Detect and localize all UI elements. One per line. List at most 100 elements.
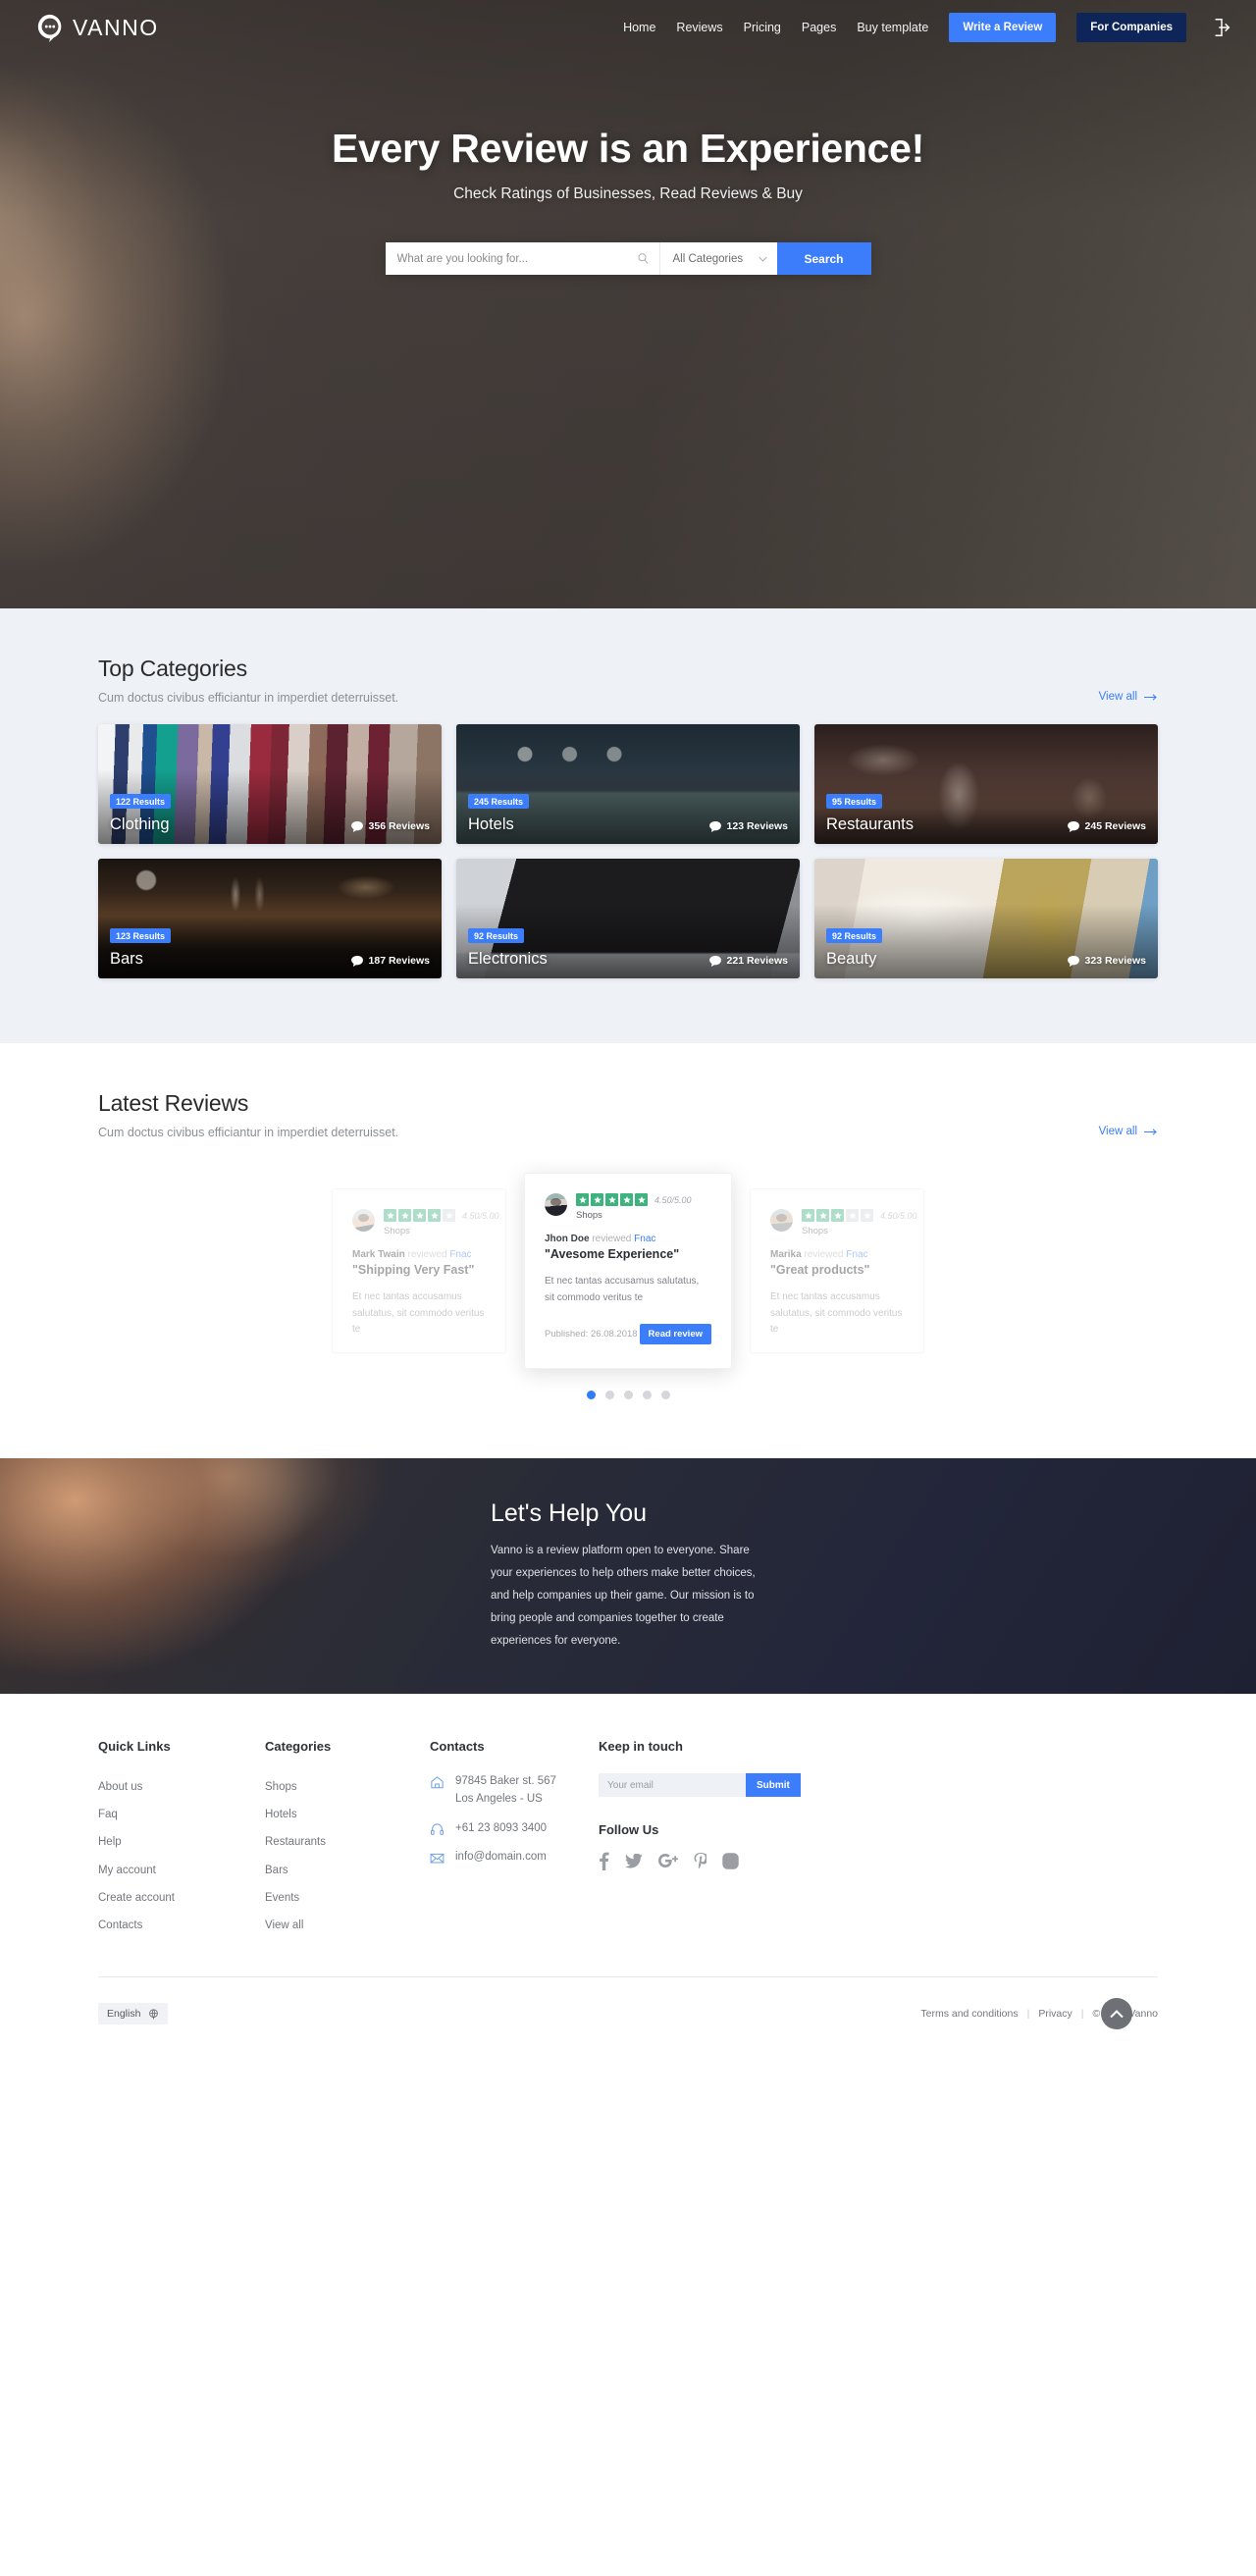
google-plus-link[interactable] <box>658 1854 678 1868</box>
category-card-electronics[interactable]: 92 Results Electronics 221 Reviews <box>456 859 800 978</box>
review-body: Et nec tantas accusamus salutatus, sit c… <box>545 1276 700 1303</box>
carousel-dot-3[interactable] <box>623 1391 633 1399</box>
write-a-review-button[interactable]: Write a Review <box>949 13 1057 42</box>
footer-link-view-all[interactable]: View all <box>265 1919 303 1931</box>
footer-link-hotels[interactable]: Hotels <box>265 1809 297 1820</box>
carousel-dots <box>98 1391 1158 1399</box>
footer-link-create-account[interactable]: Create account <box>98 1892 175 1904</box>
review-body: Et nec tantas accusamus salutatus, sit c… <box>352 1291 485 1335</box>
nav-links: Home Reviews Pricing Pages Buy template … <box>623 13 1232 42</box>
login-button[interactable] <box>1207 17 1232 38</box>
magnifier-icon <box>637 253 648 264</box>
footer-link-restaurants[interactable]: Restaurants <box>265 1836 326 1848</box>
search-button[interactable]: Search <box>776 242 871 275</box>
category-reviews-label: 245 Reviews <box>1084 820 1146 832</box>
language-selector[interactable]: English <box>98 2003 169 2025</box>
contact-phone[interactable]: +61 23 8093 3400 <box>455 1822 547 1834</box>
quick-links-heading: Quick Links <box>98 1739 171 1754</box>
hero-title: Every Review is an Experience! <box>331 126 925 171</box>
pinterest-link[interactable] <box>694 1852 706 1870</box>
legal-separator: | <box>1080 2008 1084 2021</box>
twitter-link[interactable] <box>625 1854 643 1868</box>
rating-value: 4.50/5.00 <box>880 1210 917 1221</box>
back-to-top-button[interactable] <box>1101 1998 1132 2030</box>
reviews-carousel: 4.50/5.00 Shops Mark Twain reviewed Fnac… <box>98 1173 1158 1369</box>
review-company[interactable]: Fnac <box>846 1249 867 1260</box>
footer-link-bars[interactable]: Bars <box>265 1865 288 1876</box>
review-card-active[interactable]: 4.50/5.00 Shops Jhon Doe reviewed Fnac "… <box>524 1173 732 1369</box>
newsletter-email-input[interactable] <box>599 1773 746 1797</box>
terms-link[interactable]: Terms and conditions <box>920 2008 1018 2020</box>
nav-item-buy-template[interactable]: Buy template <box>857 21 928 34</box>
nav-item-reviews[interactable]: Reviews <box>676 21 722 34</box>
star-rating <box>802 1209 873 1222</box>
contact-email[interactable]: info@domain.com <box>455 1851 547 1863</box>
brand-logo-link[interactable]: VANNO <box>35 13 159 42</box>
carousel-dot-1[interactable] <box>586 1391 596 1399</box>
nav-item-pricing[interactable]: Pricing <box>744 21 781 34</box>
review-body: Et nec tantas accusamus salutatus, sit c… <box>770 1291 903 1335</box>
category-card-beauty[interactable]: 92 Results Beauty 323 Reviews <box>814 859 1158 978</box>
footer-link-help[interactable]: Help <box>98 1836 122 1848</box>
newsletter-submit-button[interactable]: Submit <box>746 1773 801 1797</box>
lets-help-you-section: Let's Help You Vanno is a review platfor… <box>0 1458 1256 1694</box>
arrow-right-icon <box>1144 1128 1157 1135</box>
footer-link-contacts[interactable]: Contacts <box>98 1919 142 1931</box>
category-reviews-count: 245 Reviews <box>1067 820 1146 832</box>
main-navbar: VANNO Home Reviews Pricing Pages Buy tem… <box>0 0 1256 55</box>
newsletter-form: Submit <box>599 1773 801 1797</box>
review-byline: Marika reviewed Fnac <box>770 1249 904 1260</box>
follow-us-heading: Follow Us <box>599 1822 659 1837</box>
review-company[interactable]: Fnac <box>634 1234 655 1244</box>
google-plus-icon <box>658 1854 678 1867</box>
reviews-view-all-link[interactable]: View all <box>1099 1126 1158 1139</box>
categories-heading: Categories <box>265 1739 332 1754</box>
category-card-hotels[interactable]: 245 Results Hotels 123 Reviews <box>456 724 800 844</box>
review-card-next[interactable]: 4.50/5.00 Shops Marika reviewed Fnac "Gr… <box>750 1188 924 1353</box>
footer-columns: Quick Links About us Faq Help My account… <box>98 1739 1158 1939</box>
search-field-wrapper <box>385 242 659 275</box>
carousel-dot-2[interactable] <box>604 1391 614 1399</box>
review-title: "Shipping Very Fast" <box>352 1263 475 1277</box>
nav-item-home[interactable]: Home <box>623 21 655 34</box>
category-results-badge: 95 Results <box>826 794 883 809</box>
footer-link-events[interactable]: Events <box>265 1892 299 1904</box>
keep-in-touch-heading: Keep in touch <box>599 1739 683 1754</box>
reviews-view-all-label: View all <box>1098 1126 1137 1137</box>
category-card-restaurants[interactable]: 95 Results Restaurants 245 Reviews <box>814 724 1158 844</box>
carousel-dot-4[interactable] <box>642 1391 652 1399</box>
star-filled <box>591 1193 603 1206</box>
help-text: Vanno is a review platform open to every… <box>491 1545 756 1647</box>
categories-view-all-link[interactable]: View all <box>1099 691 1158 705</box>
privacy-link[interactable]: Privacy <box>1038 2008 1072 2020</box>
instagram-link[interactable] <box>722 1853 739 1869</box>
comment-bubble-icon <box>350 820 363 832</box>
review-card-prev[interactable]: 4.50/5.00 Shops Mark Twain reviewed Fnac… <box>332 1188 506 1353</box>
category-reviews-count: 123 Reviews <box>708 820 788 832</box>
rating-value: 4.50/5.00 <box>462 1210 499 1221</box>
category-card-clothing[interactable]: 122 Results Clothing 356 Reviews <box>98 724 442 844</box>
review-author: Marika <box>770 1249 802 1260</box>
nav-item-pages[interactable]: Pages <box>802 21 836 34</box>
review-published-date: Published: 26.08.2018 <box>545 1329 638 1340</box>
facebook-link[interactable] <box>599 1852 609 1870</box>
category-results-badge: 122 Results <box>110 794 172 809</box>
carousel-dot-5[interactable] <box>660 1391 670 1399</box>
latest-reviews-section: Latest Reviews Cum doctus civibus effici… <box>0 1043 1256 1458</box>
category-reviews-label: 123 Reviews <box>726 820 788 832</box>
footer-link-shops[interactable]: Shops <box>265 1781 297 1793</box>
category-card-bars[interactable]: 123 Results Bars 187 Reviews <box>98 859 442 978</box>
footer-link-my-account[interactable]: My account <box>98 1865 156 1876</box>
read-review-button[interactable]: Read review <box>639 1324 711 1344</box>
category-name: Restaurants <box>826 815 914 833</box>
instagram-icon <box>722 1853 739 1869</box>
review-company[interactable]: Fnac <box>449 1249 471 1260</box>
footer-quick-links-column: Quick Links About us Faq Help My account… <box>98 1739 265 1939</box>
for-companies-button[interactable]: For Companies <box>1076 13 1186 42</box>
hero-search-bar: All Categories Search <box>385 242 871 275</box>
category-select[interactable]: All Categories <box>658 242 777 275</box>
footer-link-faq[interactable]: Faq <box>98 1809 118 1820</box>
category-reviews-count: 356 Reviews <box>350 820 430 832</box>
search-input[interactable] <box>396 252 637 265</box>
footer-link-about-us[interactable]: About us <box>98 1781 142 1793</box>
